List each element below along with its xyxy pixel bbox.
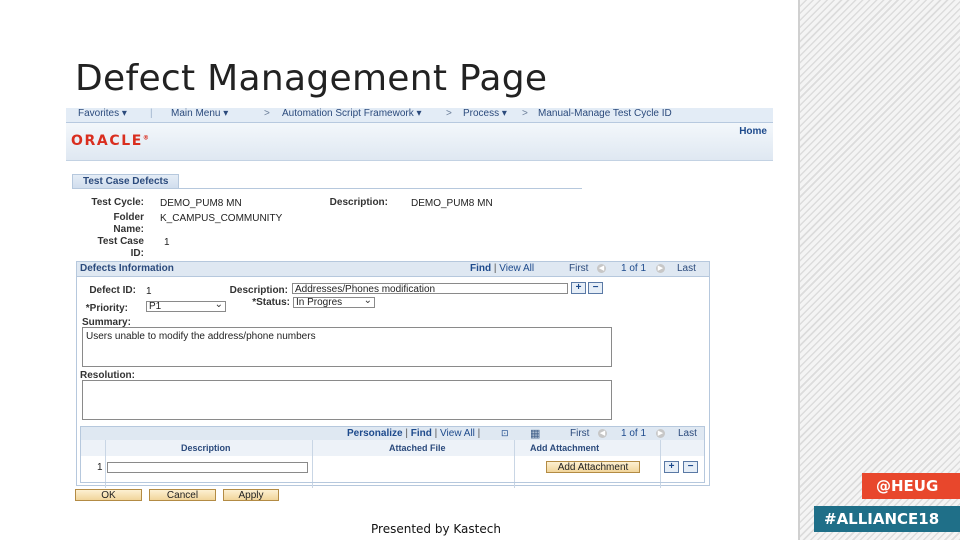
alliance-badge: #ALLIANCE18 <box>814 506 960 532</box>
defects-last-label: Last <box>677 263 696 274</box>
breadcrumb-separator: > <box>446 108 452 119</box>
resolution-textarea[interactable] <box>82 380 612 420</box>
test-case-id-label-line1: Test Case <box>97 236 144 247</box>
apply-button[interactable]: Apply <box>223 489 279 501</box>
folder-name-value: K_CAMPUS_COMMUNITY <box>160 213 283 224</box>
slide-title: Defect Management Page <box>75 58 548 99</box>
priority-label: *Priority: <box>85 303 128 314</box>
defect-id-label: Defect ID: <box>89 285 136 296</box>
nav-divider: | <box>150 108 153 119</box>
folder-name-label-line2: Name: <box>113 224 144 235</box>
heug-badge: @HEUG <box>862 473 960 499</box>
decorative-stripe-panel <box>798 0 960 540</box>
home-link[interactable]: Home <box>739 126 767 137</box>
col-header-attached-file: Attached File <box>389 443 446 453</box>
ok-button[interactable]: OK <box>75 489 142 501</box>
previous-arrow-icon[interactable]: ◀ <box>598 429 607 438</box>
nav-manual-manage-test-cycle[interactable]: Manual-Manage Test Cycle ID <box>538 108 672 119</box>
breadcrumb-separator: > <box>264 108 270 119</box>
nav-main-menu[interactable]: Main Menu ▾ <box>171 108 228 119</box>
test-cycle-value: DEMO_PUM8 MN <box>160 198 242 209</box>
defect-description-label: Description: <box>229 285 288 296</box>
download-grid-icon[interactable]: ▦ <box>530 427 540 440</box>
column-divider <box>105 456 106 482</box>
chevron-down-icon: ⌄ <box>363 295 372 306</box>
status-selected-value: In Progres <box>296 297 343 308</box>
delete-row-minus-icon[interactable]: − <box>588 282 603 294</box>
priority-selected-value: P1 <box>149 301 162 312</box>
column-divider <box>514 456 515 482</box>
status-select[interactable]: In Progres ⌄ <box>293 295 375 308</box>
description-label: Description: <box>329 197 388 208</box>
personalize-link[interactable]: Personalize <box>347 428 403 439</box>
defects-first-label: First <box>569 263 589 274</box>
previous-arrow-icon[interactable]: ◀ <box>597 264 606 273</box>
folder-name-label-line1: Folder <box>113 212 144 223</box>
description-value: DEMO_PUM8 MN <box>411 198 493 209</box>
defects-grid-nav: Find | View All <box>470 263 534 274</box>
attachment-row-number: 1 <box>97 462 103 473</box>
test-case-id-value: 1 <box>164 237 170 248</box>
summary-textarea[interactable]: Users unable to modify the address/phone… <box>82 327 612 367</box>
summary-text: Users unable to modify the address/phone… <box>86 331 316 342</box>
defect-id-value: 1 <box>146 286 152 297</box>
next-arrow-icon[interactable]: ▶ <box>656 264 665 273</box>
attachments-find-link[interactable]: Find <box>411 428 432 439</box>
defects-page-count: 1 of 1 <box>621 263 647 274</box>
column-divider <box>660 456 661 482</box>
oracle-logo: ORACLE® <box>71 133 151 149</box>
attachments-column-headers: Description Attached File Add Attachment <box>80 440 705 488</box>
attachments-page-count: 1 of 1 <box>621 428 647 439</box>
defects-information-title: Defects Information <box>80 263 174 274</box>
status-label: *Status: <box>252 297 290 308</box>
column-divider <box>312 456 313 482</box>
delete-row-minus-icon[interactable]: − <box>683 461 698 473</box>
defects-find-link[interactable]: Find <box>470 263 491 274</box>
add-row-plus-icon[interactable]: + <box>571 282 586 294</box>
peoplesoft-screenshot: Favorites ▾ | Main Menu ▾ > Automation S… <box>66 108 773 512</box>
attachments-view-all-link[interactable]: View All <box>440 428 475 439</box>
attachments-grid-nav: Personalize | Find | View All | <box>347 428 481 439</box>
nav-process[interactable]: Process ▾ <box>463 108 507 119</box>
brand-header: ORACLE® Home <box>66 123 773 161</box>
add-row-plus-icon[interactable]: + <box>664 461 679 473</box>
attachment-row: 1 Add Attachment + − <box>80 456 705 483</box>
nav-separator: | <box>493 263 497 274</box>
test-case-id-label-line2: ID: <box>130 248 144 259</box>
defects-view-all-link[interactable]: View All <box>499 263 534 274</box>
add-attachment-button[interactable]: Add Attachment <box>546 461 640 473</box>
test-cycle-label: Test Cycle: <box>91 197 144 208</box>
col-header-add-attachment: Add Attachment <box>530 443 600 453</box>
tab-test-case-defects[interactable]: Test Case Defects <box>72 174 180 189</box>
next-arrow-icon[interactable]: ▶ <box>656 429 665 438</box>
attachment-description-input[interactable] <box>107 462 308 473</box>
nav-automation-script-framework[interactable]: Automation Script Framework ▾ <box>282 108 422 119</box>
zoom-icon[interactable]: ⊡ <box>501 428 509 439</box>
chevron-down-icon: ⌄ <box>214 299 223 310</box>
priority-select[interactable]: P1 ⌄ <box>146 299 226 312</box>
defect-description-input[interactable]: Addresses/Phones modification <box>292 283 568 294</box>
nav-favorites[interactable]: Favorites ▾ <box>78 108 127 119</box>
navigation-bar: Favorites ▾ | Main Menu ▾ > Automation S… <box>66 108 773 123</box>
attachments-first-label: First <box>570 428 590 439</box>
tab-underline <box>72 188 582 189</box>
cancel-button[interactable]: Cancel <box>149 489 216 501</box>
footer-text: Presented by Kastech <box>371 522 501 536</box>
breadcrumb-separator: > <box>522 108 528 119</box>
attachments-last-label: Last <box>678 428 697 439</box>
col-header-description: Description <box>181 443 231 453</box>
